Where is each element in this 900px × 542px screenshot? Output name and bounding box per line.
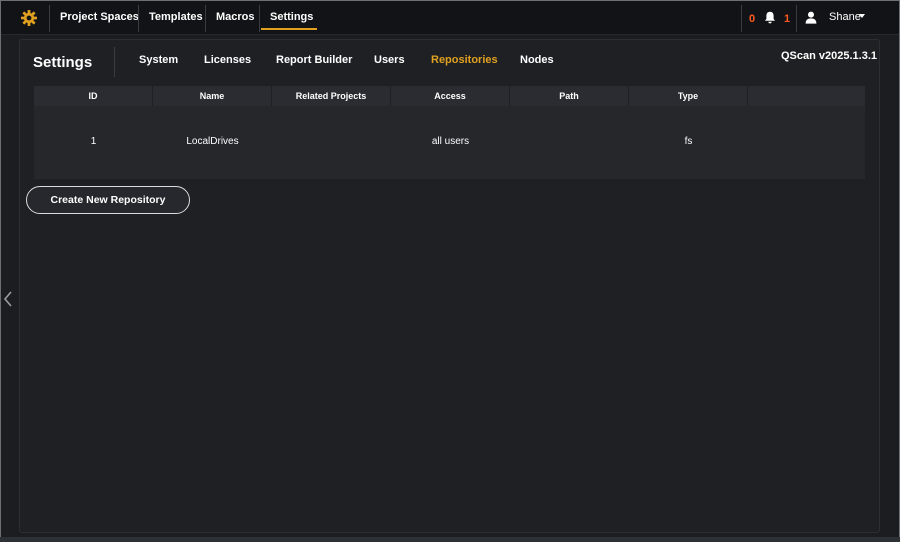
bell-icon[interactable] <box>764 11 776 24</box>
top-navigation-bar: Project Spaces Templates Macros Settings… <box>1 1 899 35</box>
repositories-table-header: ID Name Related Projects Access Path Typ… <box>34 86 865 106</box>
tab-system[interactable]: System <box>139 54 178 66</box>
nav-divider <box>259 5 260 32</box>
column-header-type[interactable]: Type <box>629 86 748 106</box>
nav-macros[interactable]: Macros <box>216 11 255 23</box>
user-icon[interactable] <box>805 11 817 24</box>
nav-divider <box>138 5 139 32</box>
title-divider <box>114 47 115 77</box>
active-nav-indicator <box>261 28 317 30</box>
nav-project-spaces[interactable]: Project Spaces <box>60 11 139 23</box>
cell-access: all users <box>431 136 470 147</box>
column-header-actions <box>748 86 865 106</box>
gear-logo-icon[interactable] <box>20 9 38 27</box>
column-header-id[interactable]: ID <box>34 86 153 106</box>
tab-nodes[interactable]: Nodes <box>520 54 554 66</box>
nav-divider <box>49 5 50 32</box>
column-header-name[interactable]: Name <box>153 86 272 106</box>
window-bottom-strip <box>0 537 900 542</box>
column-header-path[interactable]: Path <box>510 86 629 106</box>
nav-divider <box>796 5 797 32</box>
nav-divider <box>741 5 742 32</box>
column-header-related-projects[interactable]: Related Projects <box>272 86 391 106</box>
nav-templates[interactable]: Templates <box>149 11 203 23</box>
nav-settings[interactable]: Settings <box>270 11 313 23</box>
user-menu-name[interactable]: Shane <box>829 11 861 23</box>
cell-id: 1 <box>90 136 97 147</box>
tab-licenses[interactable]: Licenses <box>204 54 251 66</box>
notifications-count[interactable]: 1 <box>784 13 790 25</box>
tab-repositories[interactable]: Repositories <box>431 54 498 66</box>
alerts-count[interactable]: 0 <box>749 13 755 25</box>
tab-report-builder[interactable]: Report Builder <box>276 54 352 66</box>
cell-type: fs <box>684 136 693 147</box>
chevron-left-icon[interactable] <box>3 291 13 307</box>
chevron-down-icon[interactable] <box>859 14 865 18</box>
nav-divider <box>205 5 206 32</box>
column-header-access[interactable]: Access <box>391 86 510 106</box>
cell-name: LocalDrives <box>186 136 239 147</box>
page-title: Settings <box>33 54 93 71</box>
version-label: QScan v2025.1.3.1 <box>781 50 878 62</box>
tab-users[interactable]: Users <box>374 54 405 66</box>
table-row[interactable]: 1 LocalDrives all users fs <box>34 106 865 179</box>
create-new-repository-button[interactable]: Create New Repository <box>26 186 190 214</box>
